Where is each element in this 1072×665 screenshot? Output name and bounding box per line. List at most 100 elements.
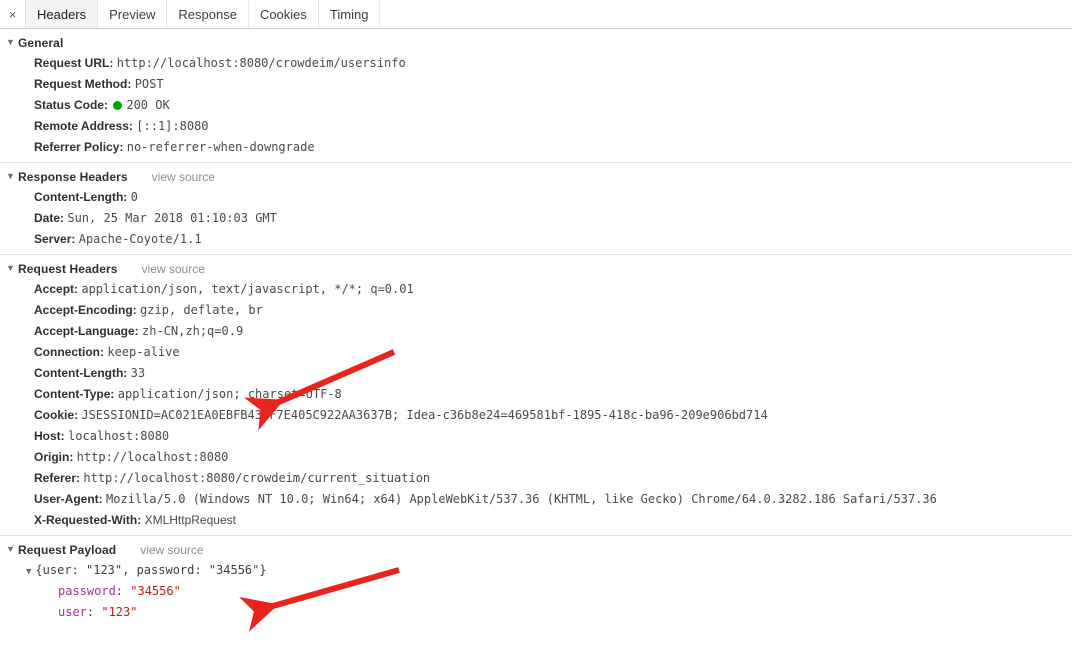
row-value: 33 <box>130 366 146 380</box>
section-request-payload: ▼ Request Payload view source ▼ {user: "1… <box>0 536 1072 627</box>
row-value: Apache-Coyote/1.1 <box>78 232 202 246</box>
section-title-request-headers: Request Headers <box>18 261 118 276</box>
tab-timing[interactable]: Timing <box>319 0 381 28</box>
view-source-link-request[interactable]: view source <box>142 262 205 276</box>
payload-key: password <box>58 584 116 598</box>
row-cookie: Cookie: JSESSIONID=AC021EA0EBFB436F7E405… <box>0 405 1072 426</box>
payload-separator: : <box>115 584 131 598</box>
row-accept-language: Accept-Language: zh-CN,zh;q=0.9 <box>0 321 1072 342</box>
row-value: 200 OK <box>126 98 170 112</box>
payload-key: user <box>58 605 87 619</box>
row-label: Origin: <box>34 450 74 464</box>
row-value: [::1]:8080 <box>136 119 209 133</box>
row-label: X-Requested-With: <box>34 513 142 527</box>
row-value: 0 <box>130 190 138 204</box>
row-label: Request Method: <box>34 77 132 91</box>
section-header-response-headers[interactable]: ▼ Response Headers view source <box>0 166 1072 187</box>
row-label: User-Agent: <box>34 492 103 506</box>
row-status-code: Status Code: 200 OK <box>0 95 1072 116</box>
section-general: ▼ General Request URL: http://localhost:… <box>0 29 1072 163</box>
row-value: POST <box>134 77 164 91</box>
row-label: Accept-Encoding: <box>34 303 137 317</box>
row-date: Date: Sun, 25 Mar 2018 01:10:03 GMT <box>0 208 1072 229</box>
row-referer: Referer: http://localhost:8080/crowdeim/… <box>0 468 1072 489</box>
payload-property-user[interactable]: user: "123" <box>0 602 1072 623</box>
row-value: gzip, deflate, br <box>140 303 263 317</box>
row-value: JSESSIONID=AC021EA0EBFB436F7E405C922AA36… <box>81 408 768 422</box>
row-label: Request URL: <box>34 56 114 70</box>
chevron-down-icon: ▼ <box>6 544 15 554</box>
section-request-headers: ▼ Request Headers view source Accept: ap… <box>0 255 1072 536</box>
response-header-rows: Content-Length: 0 Date: Sun, 25 Mar 2018… <box>0 187 1072 250</box>
row-label: Remote Address: <box>34 119 133 133</box>
row-accept: Accept: application/json, text/javascrip… <box>0 279 1072 300</box>
chevron-down-icon: ▼ <box>6 263 15 273</box>
close-icon[interactable]: × <box>0 0 26 28</box>
row-request-method: Request Method: POST <box>0 74 1072 95</box>
chevron-down-icon: ▼ <box>6 171 15 181</box>
row-label: Referer: <box>34 471 81 485</box>
row-request-url: Request URL: http://localhost:8080/crowd… <box>0 53 1072 74</box>
devtools-tabstrip: × Headers Preview Response Cookies Timin… <box>0 0 1072 29</box>
row-value: http://localhost:8080/crowdeim/current_s… <box>83 471 431 485</box>
payload-value: "123" <box>101 605 138 619</box>
row-value: application/json; charset=UTF-8 <box>117 387 342 401</box>
payload-property-password[interactable]: password: "34556" <box>0 581 1072 602</box>
row-value: Sun, 25 Mar 2018 01:10:03 GMT <box>67 211 277 225</box>
tab-response[interactable]: Response <box>167 0 249 28</box>
payload-root-summary: {user: "123", password: "34556"} <box>35 563 267 577</box>
row-referrer-policy: Referrer Policy: no-referrer-when-downgr… <box>0 137 1072 158</box>
row-host: Host: localhost:8080 <box>0 426 1072 447</box>
row-value: zh-CN,zh;q=0.9 <box>142 324 244 338</box>
row-label: Content-Type: <box>34 387 115 401</box>
row-label: Date: <box>34 211 65 225</box>
row-content-length: Content-Length: 0 <box>0 187 1072 208</box>
row-label: Server: <box>34 232 76 246</box>
row-value: XMLHttpRequest <box>144 513 236 527</box>
payload-value: "34556" <box>130 584 181 598</box>
row-origin: Origin: http://localhost:8080 <box>0 447 1072 468</box>
row-remote-address: Remote Address: [::1]:8080 <box>0 116 1072 137</box>
chevron-down-icon: ▼ <box>6 37 15 47</box>
row-value: no-referrer-when-downgrade <box>126 140 315 154</box>
tab-cookies[interactable]: Cookies <box>249 0 319 28</box>
row-label: Connection: <box>34 345 104 359</box>
tab-preview[interactable]: Preview <box>98 0 168 28</box>
row-connection: Connection: keep-alive <box>0 342 1072 363</box>
row-label: Host: <box>34 429 65 443</box>
section-title-response-headers: Response Headers <box>18 169 128 184</box>
row-content-type: Content-Type: application/json; charset=… <box>0 384 1072 405</box>
row-value: http://localhost:8080 <box>76 450 229 464</box>
section-header-general[interactable]: ▼ General <box>0 32 1072 53</box>
view-source-link-response[interactable]: view source <box>152 170 215 184</box>
payload-root-node[interactable]: ▼ {user: "123", password: "34556"} <box>0 560 1072 581</box>
section-header-request-headers[interactable]: ▼ Request Headers view source <box>0 258 1072 279</box>
view-source-link-payload[interactable]: view source <box>140 543 203 557</box>
row-label: Content-Length: <box>34 190 128 204</box>
row-server: Server: Apache-Coyote/1.1 <box>0 229 1072 250</box>
row-value: keep-alive <box>107 345 180 359</box>
row-label: Accept-Language: <box>34 324 139 338</box>
row-label: Content-Length: <box>34 366 128 380</box>
payload-separator: : <box>86 605 102 619</box>
row-value: Mozilla/5.0 (Windows NT 10.0; Win64; x64… <box>106 492 937 506</box>
general-rows: Request URL: http://localhost:8080/crowd… <box>0 53 1072 158</box>
request-header-rows: Accept: application/json, text/javascrip… <box>0 279 1072 531</box>
tab-headers[interactable]: Headers <box>26 0 99 28</box>
section-title-request-payload: Request Payload <box>18 542 117 557</box>
headers-panel: ▼ General Request URL: http://localhost:… <box>0 29 1072 665</box>
row-label: Referrer Policy: <box>34 140 124 154</box>
section-title-general: General <box>18 35 64 50</box>
row-value: localhost:8080 <box>68 429 170 443</box>
row-x-requested-with: X-Requested-With: XMLHttpRequest <box>0 510 1072 531</box>
chevron-down-icon: ▼ <box>26 567 32 577</box>
section-response-headers: ▼ Response Headers view source Content-L… <box>0 163 1072 255</box>
row-value: application/json, text/javascript, */*; … <box>81 282 414 296</box>
section-header-request-payload[interactable]: ▼ Request Payload view source <box>0 539 1072 560</box>
row-user-agent: User-Agent: Mozilla/5.0 (Windows NT 10.0… <box>0 489 1072 510</box>
row-accept-encoding: Accept-Encoding: gzip, deflate, br <box>0 300 1072 321</box>
row-value: http://localhost:8080/crowdeim/usersinfo <box>116 56 406 70</box>
status-ok-icon <box>113 101 123 110</box>
row-req-content-length: Content-Length: 33 <box>0 363 1072 384</box>
row-label: Cookie: <box>34 408 79 422</box>
